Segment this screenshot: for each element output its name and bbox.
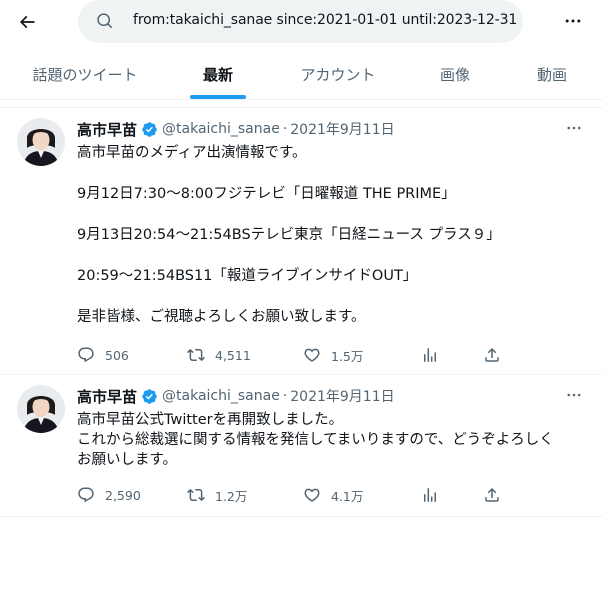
retweet-icon: [187, 348, 205, 362]
tweet-timestamp[interactable]: 2021年9月11日: [290, 386, 394, 406]
more-horizontal-icon: [567, 393, 581, 397]
more-horizontal-icon: [567, 126, 581, 130]
like-button[interactable]: 1.5万: [303, 345, 363, 365]
reply-button[interactable]: 2,590: [77, 485, 141, 505]
tab-videos[interactable]: 動画: [512, 48, 592, 100]
tweet-actions: 506 4,511 1.5万: [77, 345, 517, 365]
views-button[interactable]: [421, 345, 439, 365]
profile-photo: [17, 385, 65, 433]
tweet-more-button[interactable]: [561, 118, 587, 138]
author-handle[interactable]: @takaichi_sanae: [162, 121, 280, 137]
tweet-text-line: 高市早苗公式Twitterを再開致しました。: [77, 412, 344, 428]
tweet[interactable]: 高市早苗 @takaichi_sanae · 2021年9月11日 高市早苗のメ…: [0, 107, 603, 375]
share-icon: [485, 487, 499, 502]
tweet-text-line: 20:59〜21:54BS11「報道ライブインサイドOUT」: [77, 268, 418, 284]
author-name[interactable]: 高市早苗: [77, 386, 137, 407]
tweet-text-line: 是非皆様、ご視聴よろしくお願い致します。: [77, 309, 366, 325]
tweet-text: 高市早苗のメディア出演情報です。 9月12日7:30〜8:00フジテレビ「日曜報…: [77, 143, 587, 327]
author-name[interactable]: 高市早苗: [77, 119, 137, 140]
tweet-text-line: 9月13日20:54〜21:54BSテレビ東京「日経ニュース プラス９」: [77, 227, 501, 243]
active-tab-indicator: [190, 95, 246, 99]
more-horizontal-icon: [565, 19, 581, 23]
tab-images[interactable]: 画像: [410, 48, 500, 100]
share-button[interactable]: [483, 345, 501, 365]
reply-count: 506: [105, 347, 129, 363]
heart-icon: [304, 348, 320, 362]
retweet-button[interactable]: 4,511: [187, 345, 251, 365]
reply-button[interactable]: 506: [77, 345, 129, 365]
profile-photo: [17, 118, 65, 166]
tweet-text-line: 9月12日7:30〜8:00フジテレビ「日曜報道 THE PRIME」: [77, 186, 456, 202]
tweet-text-line: 高市早苗のメディア出演情報です。: [77, 145, 307, 161]
tweet[interactable]: 高市早苗 @takaichi_sanae · 2021年9月11日 高市早苗公式…: [0, 375, 603, 517]
retweet-count: 1.2万: [215, 488, 248, 504]
analytics-icon: [424, 488, 436, 502]
avatar[interactable]: [17, 385, 65, 433]
tweet-actions: 2,590 1.2万 4.1万: [77, 485, 517, 505]
tweet-timestamp[interactable]: 2021年9月11日: [290, 119, 394, 139]
like-button[interactable]: 4.1万: [303, 485, 363, 505]
tweet-header: 高市早苗 @takaichi_sanae · 2021年9月11日: [77, 386, 395, 406]
search-icon: [97, 13, 113, 29]
views-button[interactable]: [421, 485, 439, 505]
header-separator: ·: [282, 388, 288, 404]
back-button[interactable]: [10, 5, 44, 39]
share-button[interactable]: [483, 485, 501, 505]
retweet-button[interactable]: 1.2万: [187, 485, 247, 505]
tweet-more-button[interactable]: [561, 385, 587, 405]
retweet-count: 4,511: [215, 347, 251, 363]
verified-badge-icon: [142, 388, 157, 404]
top-bar: from:takaichi_sanae since:2021-01-01 unt…: [0, 0, 603, 48]
tweet-text-line: これから総裁選に関する情報を発信してまいりますので、どうぞよろしく: [77, 432, 554, 448]
share-icon: [485, 347, 499, 362]
tweet-header: 高市早苗 @takaichi_sanae · 2021年9月11日: [77, 119, 395, 139]
like-count: 1.5万: [331, 348, 364, 364]
arrow-left-icon: [19, 15, 35, 29]
reply-icon: [78, 487, 94, 503]
search-query-text: from:takaichi_sanae since:2021-01-01 unt…: [133, 12, 518, 28]
search-input[interactable]: from:takaichi_sanae since:2021-01-01 unt…: [78, 0, 523, 43]
tweet-text-line: お願いします。: [77, 452, 178, 468]
verified-badge-icon: [142, 121, 157, 137]
tweet-text: 高市早苗公式Twitterを再開致しました。 これから総裁選に関する情報を発信し…: [77, 410, 587, 470]
tab-latest[interactable]: 最新: [168, 48, 268, 100]
tab-top[interactable]: 話題のツイート: [10, 48, 160, 100]
author-handle[interactable]: @takaichi_sanae: [162, 388, 280, 404]
heart-icon: [304, 488, 320, 502]
reply-count: 2,590: [105, 487, 141, 503]
tab-accounts[interactable]: アカウント: [278, 48, 398, 100]
avatar[interactable]: [17, 118, 65, 166]
retweet-icon: [187, 488, 205, 502]
search-tabs: 話題のツイート 最新 アカウント 画像 動画: [0, 48, 603, 100]
analytics-icon: [424, 348, 436, 362]
reply-icon: [78, 347, 94, 363]
header-separator: ·: [282, 121, 288, 137]
search-options-button[interactable]: [558, 6, 588, 36]
like-count: 4.1万: [331, 488, 364, 504]
